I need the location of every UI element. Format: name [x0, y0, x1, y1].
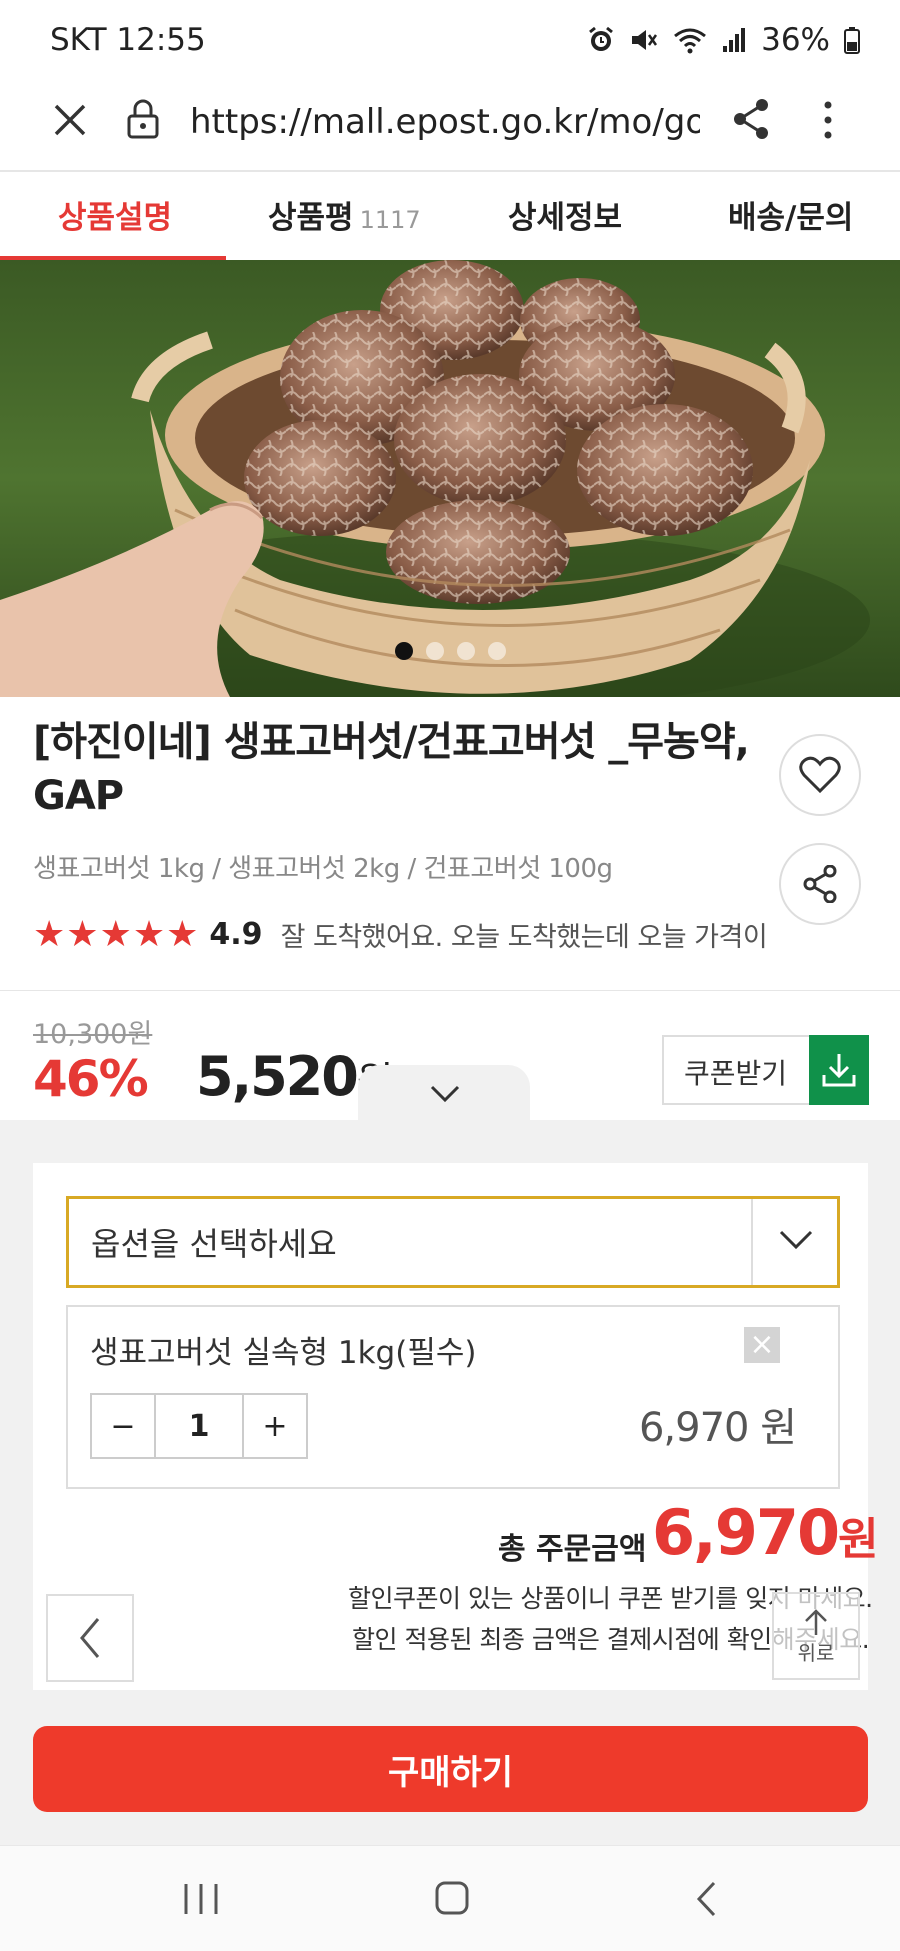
total-label: 총 주문금액	[498, 1532, 647, 1567]
divider	[751, 1199, 753, 1285]
star-icon: ★	[99, 915, 132, 954]
carousel-dot[interactable]	[457, 642, 475, 660]
back-icon[interactable]	[694, 1880, 718, 1918]
product-tabs: 상품설명 상품평 1117 상세정보 배송/문의	[0, 170, 900, 261]
battery-percent: 36%	[761, 22, 830, 58]
product-share-button[interactable]	[779, 843, 861, 925]
discount-rate: 46%	[33, 1050, 149, 1108]
original-price: 10,300원	[33, 1019, 153, 1050]
download-icon	[822, 1054, 856, 1087]
carousel-dot[interactable]	[426, 642, 444, 660]
heart-icon	[799, 756, 841, 794]
review-summary[interactable]: ★★★★★ 4.9 잘 도착했어요. 오늘 도착했는데 오늘 가격이 훅 떨	[33, 915, 773, 954]
tab-reviews[interactable]: 상품평 1117	[268, 192, 421, 237]
tab-reviews-label: 상품평	[268, 200, 354, 236]
browser-toolbar: https://mall.epost.go.kr/mo/gooc	[0, 80, 900, 172]
url-field[interactable]: https://mall.epost.go.kr/mo/gooc	[190, 102, 700, 142]
scroll-top-label: 위로	[797, 1640, 835, 1665]
carousel-dot-active[interactable]	[395, 642, 413, 660]
star-icon: ★	[33, 915, 66, 954]
remove-option-button[interactable]: ×	[744, 1327, 780, 1363]
status-bar: SKT 12:55 36%	[0, 0, 900, 80]
selected-option-name: 생표고버섯 실속형 1kg(필수)	[90, 1335, 477, 1371]
panel-toggle-handle[interactable]	[358, 1065, 530, 1125]
chevron-down-icon	[779, 1230, 813, 1250]
status-time: SKT 12:55	[50, 22, 206, 58]
tab-details[interactable]: 상세정보	[508, 192, 622, 237]
star-icon: ★	[66, 915, 99, 954]
star-icon: ★	[132, 915, 166, 954]
option-price: 6,970 원	[638, 1405, 797, 1451]
quantity-decrease-button[interactable]: −	[90, 1393, 156, 1459]
lock-icon	[127, 99, 159, 139]
recent-apps-icon[interactable]	[182, 1882, 220, 1916]
arrow-up-icon	[805, 1608, 827, 1635]
more-icon[interactable]	[820, 100, 836, 140]
tab-shipping[interactable]: 배송/문의	[728, 192, 853, 237]
android-nav-bar	[0, 1845, 900, 1951]
status-icons: 36%	[587, 22, 860, 58]
buy-button[interactable]: 구매하기	[33, 1726, 868, 1812]
total-price-value: 6,970	[652, 1496, 840, 1569]
quantity-increase-button[interactable]: +	[242, 1393, 308, 1459]
coupon-download-button[interactable]: 쿠폰받기	[662, 1035, 869, 1105]
share-icon	[803, 865, 837, 903]
tab-description[interactable]: 상품설명	[58, 192, 172, 237]
mute-icon	[632, 30, 658, 50]
carousel-dot[interactable]	[488, 642, 506, 660]
signal-icon	[723, 28, 746, 52]
scroll-top-button[interactable]: 위로	[772, 1592, 860, 1680]
wifi-icon	[674, 28, 707, 54]
chevron-left-icon	[80, 1618, 100, 1658]
option-select-placeholder: 옵션을 선택하세요	[91, 1225, 337, 1263]
close-icon[interactable]	[52, 102, 88, 138]
page-back-button[interactable]	[46, 1594, 134, 1682]
wishlist-button[interactable]	[779, 734, 861, 816]
mushroom-basket-illustration	[0, 260, 900, 697]
star-icon: ★	[166, 915, 199, 954]
review-count: 1117	[359, 206, 421, 234]
star-rating: ★★★★★	[33, 915, 199, 954]
selected-option: 생표고버섯 실속형 1kg(필수) × − 1 + 6,970 원	[66, 1305, 840, 1489]
review-snippet: 잘 도착했어요. 오늘 도착했는데 오늘 가격이 훅 떨	[280, 922, 773, 953]
share-icon[interactable]	[732, 98, 770, 140]
battery-icon	[844, 27, 860, 54]
divider	[0, 990, 900, 991]
total-price-unit: 원	[838, 1514, 879, 1565]
quantity-input[interactable]: 1	[154, 1393, 244, 1459]
rating-value: 4.9	[209, 917, 263, 952]
carousel-indicator	[395, 642, 506, 660]
option-select[interactable]: 옵션을 선택하세요	[66, 1196, 840, 1288]
chevron-down-icon	[430, 1085, 460, 1103]
download-icon-box	[809, 1035, 869, 1105]
home-icon[interactable]	[434, 1880, 470, 1916]
alarm-icon	[589, 26, 614, 51]
product-options-summary: 생표고버섯 1kg / 생표고버섯 2kg / 건표고버섯 100g	[33, 854, 613, 884]
product-title: [하진이네] 생표고버섯/건표고버섯 _무농약, GAP	[33, 719, 750, 819]
product-image[interactable]	[0, 260, 900, 697]
coupon-label: 쿠폰받기	[684, 1057, 788, 1090]
sale-price-value: 5,520	[196, 1045, 359, 1108]
total-price: 6,970원	[652, 1496, 879, 1569]
